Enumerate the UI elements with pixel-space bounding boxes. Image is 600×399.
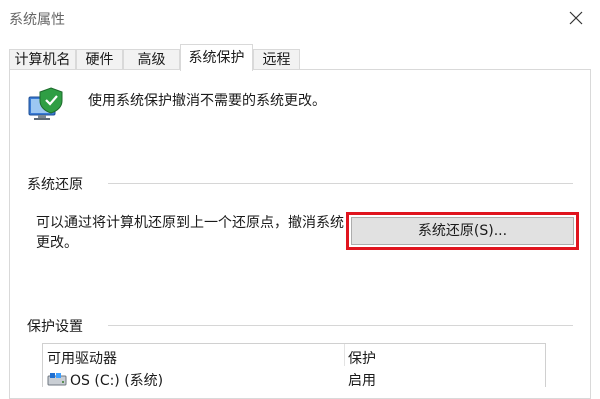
column-divider xyxy=(344,344,345,366)
system-protection-icon xyxy=(28,87,63,120)
protection-settings-heading: 保护设置 xyxy=(27,319,83,335)
window-title: 系统属性 xyxy=(9,12,65,28)
group-divider xyxy=(108,183,573,184)
tab-label: 系统保护 xyxy=(188,50,245,66)
tab-system-protection[interactable]: 系统保护 xyxy=(180,44,253,71)
system-restore-description: 可以通过将计算机还原到上一个还原点，撤消系统更改。 xyxy=(36,215,344,251)
tab-label: 计算机名 xyxy=(14,52,71,68)
tab-label: 远程 xyxy=(262,52,291,68)
drive-table: 可用驱动器 保护 OS (C:) (系统) 启用 xyxy=(42,343,546,389)
tab-bar: 计算机名 硬件 高级 系统保护 远程 xyxy=(0,41,600,71)
group-divider xyxy=(108,325,573,326)
drive-name: OS (C:) (系统) xyxy=(70,373,164,389)
tab-label: 硬件 xyxy=(85,52,114,68)
tab-computer-name[interactable]: 计算机名 xyxy=(9,49,76,70)
column-header-protection[interactable]: 保护 xyxy=(348,348,376,368)
column-header-drive[interactable]: 可用驱动器 xyxy=(47,348,117,368)
tab-advanced[interactable]: 高级 xyxy=(123,49,180,70)
table-row[interactable]: OS (C:) (系统) 启用 xyxy=(43,370,545,389)
system-restore-heading: 系统还原 xyxy=(27,177,83,193)
close-icon[interactable] xyxy=(564,6,588,30)
title-bar: 系统属性 xyxy=(0,0,600,36)
drive-protection-status: 启用 xyxy=(348,373,376,389)
tab-hardware[interactable]: 硬件 xyxy=(76,49,123,70)
tab-remote[interactable]: 远程 xyxy=(253,49,300,70)
drive-icon xyxy=(47,373,67,386)
intro-text: 使用系统保护撤消不需要的系统更改。 xyxy=(88,93,326,109)
tab-label: 高级 xyxy=(137,52,166,68)
highlight-box xyxy=(346,212,579,250)
